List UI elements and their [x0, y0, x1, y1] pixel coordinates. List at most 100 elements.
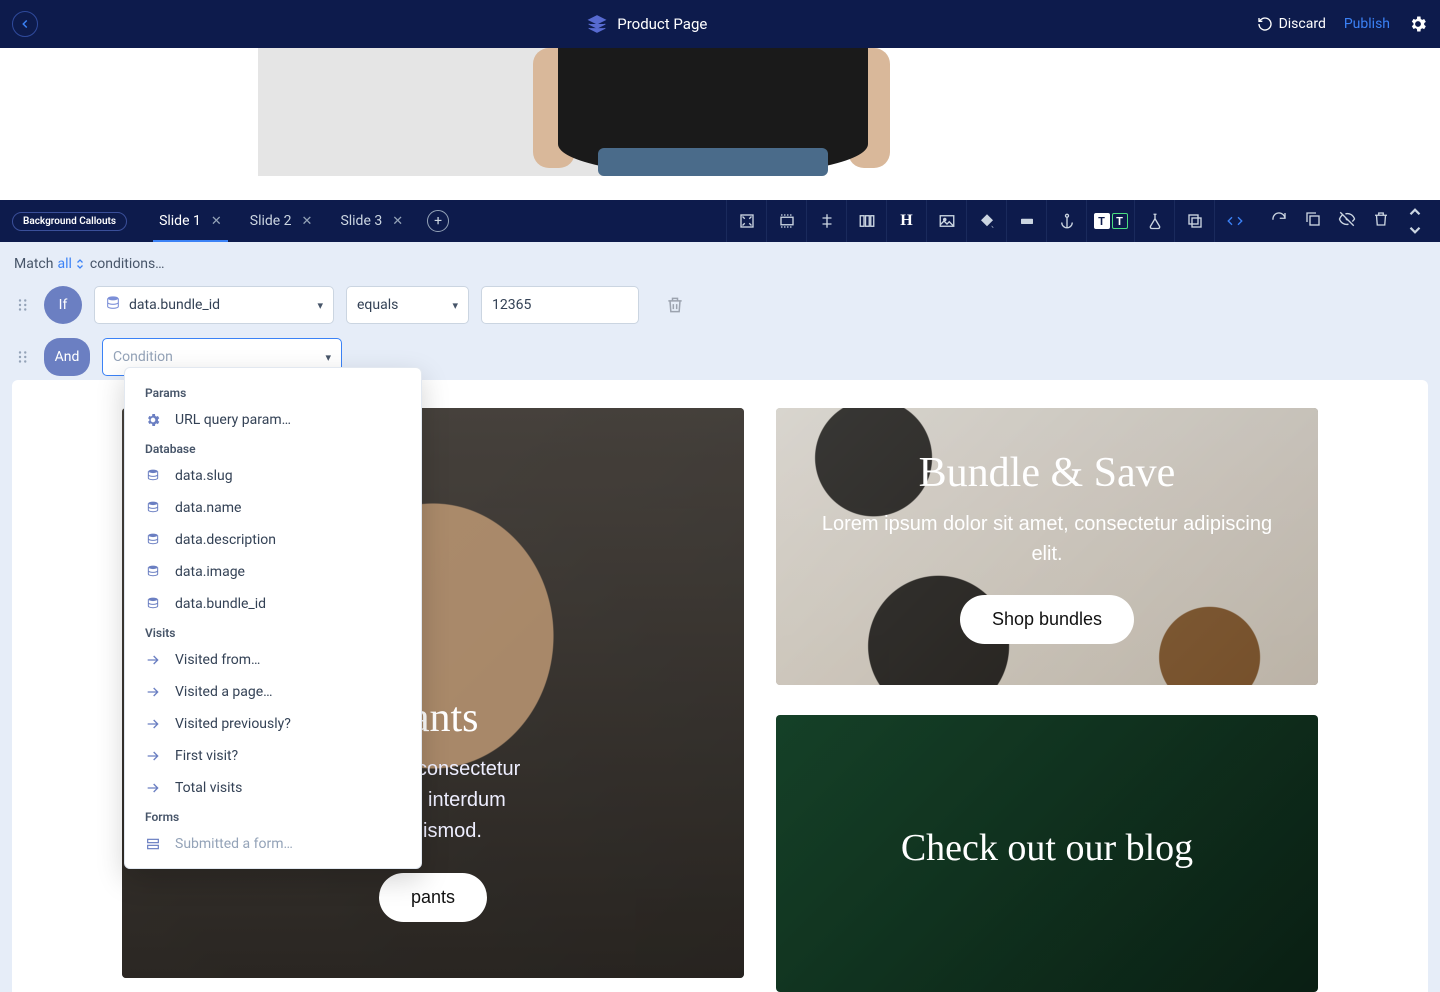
editor-panel: Background Callouts Slide 1 ✕ Slide 2 ✕ …: [0, 200, 1440, 992]
match-suffix: conditions…: [90, 256, 165, 272]
tab-slide-3[interactable]: Slide 3 ✕: [326, 200, 417, 242]
dropdown-item-label: data.bundle_id: [175, 596, 266, 612]
arrow-right-icon: [145, 780, 163, 796]
card-title: Check out our blog: [901, 826, 1193, 870]
tool-section-icon[interactable]: [766, 200, 806, 242]
discard-button[interactable]: Discard: [1257, 16, 1326, 32]
card-subtitle: Lorem ipsum dolor sit amet, consectetur …: [816, 509, 1278, 569]
settings-icon[interactable]: [1408, 14, 1428, 34]
tool-fit-icon[interactable]: [726, 200, 766, 242]
section-badge[interactable]: Background Callouts: [12, 212, 127, 231]
back-button[interactable]: [12, 11, 38, 37]
condition-field-value: data.bundle_id: [129, 297, 220, 313]
operator-badge-and: And: [44, 338, 90, 376]
dropdown-item[interactable]: data.slug: [125, 460, 421, 492]
dropdown-item[interactable]: Submitted a form…: [125, 828, 421, 860]
tool-anchor-icon[interactable]: [1046, 200, 1086, 242]
database-icon: [145, 468, 163, 484]
tab-slide-1[interactable]: Slide 1 ✕: [145, 200, 236, 242]
card-bundle[interactable]: Bundle & Save Lorem ipsum dolor sit amet…: [776, 408, 1318, 685]
dropdown-item-label: data.name: [175, 500, 241, 516]
dropdown-item-label: data.image: [175, 564, 245, 580]
tab-label: Slide 2: [250, 213, 292, 229]
tool-paint-icon[interactable]: [966, 200, 1006, 242]
match-row: Match all conditions…: [14, 256, 1426, 272]
condition-row: If data.bundle_id ▾ equals ▾ 12365: [14, 286, 1426, 324]
dropdown-item-label: data.slug: [175, 468, 233, 484]
arrow-right-icon: [145, 716, 163, 732]
card-button[interactable]: pants: [379, 873, 487, 922]
dropdown-item[interactable]: Visited a page…: [125, 676, 421, 708]
publish-button[interactable]: Publish: [1344, 16, 1390, 32]
tool-code-icon[interactable]: [1214, 200, 1254, 242]
dropdown-item[interactable]: Visited from…: [125, 644, 421, 676]
copy-icon[interactable]: [1304, 210, 1322, 232]
expand-toggle[interactable]: [1406, 203, 1424, 239]
tool-button-icon[interactable]: [1006, 200, 1046, 242]
match-prefix: Match: [14, 256, 53, 272]
close-icon[interactable]: ✕: [211, 214, 222, 229]
condition-comparator-select[interactable]: equals ▾: [346, 286, 469, 324]
tool-experiment-icon[interactable]: [1134, 200, 1174, 242]
tool-text-variants-icon[interactable]: T T: [1086, 200, 1134, 242]
dropdown-item[interactable]: data.description: [125, 524, 421, 556]
arrow-right-icon: [145, 748, 163, 764]
tool-heading-icon[interactable]: H: [886, 200, 926, 242]
close-icon[interactable]: ✕: [392, 214, 403, 229]
drag-handle-icon[interactable]: [14, 296, 32, 314]
dropdown-item[interactable]: data.bundle_id: [125, 588, 421, 620]
condition-value-input[interactable]: 12365: [481, 286, 639, 324]
refresh-icon[interactable]: [1270, 210, 1288, 232]
tab-label: Slide 3: [340, 213, 382, 229]
dropdown-group-header: Params: [125, 380, 421, 404]
drag-handle-icon[interactable]: [14, 348, 32, 366]
card-title: Bundle & Save: [919, 449, 1176, 497]
visibility-off-icon[interactable]: [1338, 210, 1356, 232]
condition-dropdown[interactable]: Params URL query param… Database data.sl…: [124, 367, 422, 869]
form-icon: [145, 836, 163, 852]
tool-image-icon[interactable]: [926, 200, 966, 242]
close-icon[interactable]: ✕: [302, 214, 313, 229]
dropdown-item[interactable]: data.image: [125, 556, 421, 588]
dropdown-group-header: Database: [125, 436, 421, 460]
dropdown-item-label: Submitted a form…: [175, 836, 293, 852]
dropdown-item[interactable]: Visited previously?: [125, 708, 421, 740]
tool-columns-icon[interactable]: [846, 200, 886, 242]
card-button[interactable]: Shop bundles: [960, 595, 1134, 644]
tool-align-icon[interactable]: [806, 200, 846, 242]
condition-comparator-value: equals: [357, 297, 398, 313]
editor-toolbar: Background Callouts Slide 1 ✕ Slide 2 ✕ …: [0, 200, 1440, 242]
dropdown-item[interactable]: Total visits: [125, 772, 421, 804]
chevron-down-icon: ▾: [452, 299, 458, 312]
card-blog[interactable]: Check out our blog: [776, 715, 1318, 992]
gear-icon: [145, 412, 163, 428]
discard-label: Discard: [1279, 16, 1326, 32]
slide-tabs: Slide 1 ✕ Slide 2 ✕ Slide 3 ✕ +: [145, 200, 449, 242]
arrow-right-icon: [145, 684, 163, 700]
match-mode-selector[interactable]: all: [57, 256, 85, 272]
database-icon: [105, 295, 121, 315]
delete-row-icon[interactable]: [665, 295, 685, 315]
condition-placeholder: Condition: [113, 349, 173, 365]
tool-duplicate-icon[interactable]: [1174, 200, 1214, 242]
dropdown-item[interactable]: URL query param…: [125, 404, 421, 436]
add-slide-button[interactable]: +: [427, 210, 449, 232]
condition-field-select[interactable]: data.bundle_id ▾: [94, 286, 334, 324]
tab-label: Slide 1: [159, 213, 201, 229]
conditions-builder: Match all conditions… If data.bundle_id …: [0, 242, 1440, 384]
layers-icon: [587, 14, 607, 34]
dropdown-group-header: Visits: [125, 620, 421, 644]
dropdown-item-label: Visited previously?: [175, 716, 291, 732]
database-icon: [145, 532, 163, 548]
tab-slide-2[interactable]: Slide 2 ✕: [236, 200, 327, 242]
delete-icon[interactable]: [1372, 210, 1390, 232]
dropdown-item[interactable]: data.name: [125, 492, 421, 524]
database-icon: [145, 596, 163, 612]
dropdown-item-label: URL query param…: [175, 412, 291, 428]
app-header: Product Page Discard Publish: [0, 0, 1440, 48]
condition-value-text: 12365: [492, 297, 531, 313]
dropdown-item[interactable]: First visit?: [125, 740, 421, 772]
dropdown-item-label: Visited from…: [175, 652, 260, 668]
dropdown-group-header: Forms: [125, 804, 421, 828]
toolbar-right: [1254, 203, 1440, 239]
